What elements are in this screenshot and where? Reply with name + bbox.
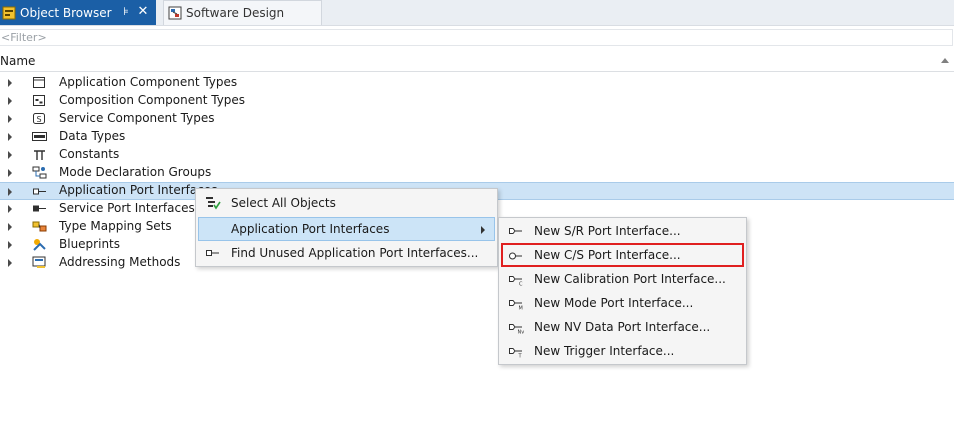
tree-item-label: Data Types <box>59 129 126 143</box>
data-types-icon <box>32 132 47 141</box>
tree-item-label: Application Port Interfaces <box>59 183 218 197</box>
submenu-arrow-icon <box>481 226 485 234</box>
filter-input[interactable]: <Filter> <box>0 29 953 46</box>
menu-item-select-all[interactable]: Select All Objects <box>198 191 495 215</box>
expand-arrow-icon[interactable] <box>8 79 12 87</box>
mode-port-icon: M <box>509 300 523 311</box>
svg-text:Nv: Nv <box>518 330 525 335</box>
expand-arrow-icon[interactable] <box>8 241 12 249</box>
menu-item-label: New Calibration Port Interface... <box>534 272 726 286</box>
expand-arrow-icon[interactable] <box>8 259 12 267</box>
tree-item-label: Mode Declaration Groups <box>59 165 212 179</box>
menu-item-label: New Trigger Interface... <box>534 344 675 358</box>
object-browser-icon <box>2 6 16 19</box>
tree-item-label: Blueprints <box>59 237 121 251</box>
tab-object-browser[interactable]: Object Browser ⊧ ✕ <box>0 0 156 25</box>
menu-item-application-port-interfaces[interactable]: Application Port Interfaces <box>198 217 495 241</box>
type-mapping-icon <box>32 221 47 232</box>
composition-component-icon <box>33 95 45 106</box>
tree-item-label: Type Mapping Sets <box>59 219 172 233</box>
tab-strip: Object Browser ⊧ ✕ Software Design <box>0 0 954 26</box>
cs-port-icon <box>509 252 522 260</box>
select-all-icon <box>206 197 221 210</box>
expand-arrow-icon[interactable] <box>8 97 12 105</box>
menu-item-new-mode-port[interactable]: M New Mode Port Interface... <box>501 291 744 315</box>
tree-item[interactable]: Application Component Types <box>0 74 954 92</box>
menu-item-label: Find Unused Application Port Interfaces.… <box>231 246 479 260</box>
expand-arrow-icon[interactable] <box>8 115 12 123</box>
tree-item-label: Addressing Methods <box>59 255 181 269</box>
menu-item-new-sr-port[interactable]: New S/R Port Interface... <box>501 219 744 243</box>
blueprint-icon <box>33 239 46 251</box>
trigger-port-icon: T <box>509 348 523 359</box>
tab-label: Software Design <box>186 6 285 20</box>
menu-item-label: Select All Objects <box>231 196 336 210</box>
menu-item-new-calibration-port[interactable]: C New Calibration Port Interface... <box>501 267 744 291</box>
close-icon[interactable]: ✕ <box>136 5 150 19</box>
calibration-port-icon: C <box>509 276 523 287</box>
tree-item[interactable]: Data Types <box>0 128 954 146</box>
menu-item-label: Application Port Interfaces <box>231 222 390 236</box>
column-header-label: Name <box>0 54 36 68</box>
port-interface-icon <box>206 250 219 256</box>
sr-port-icon <box>509 228 522 234</box>
expand-arrow-icon[interactable] <box>8 205 12 213</box>
application-component-icon <box>33 77 45 88</box>
port-interface-icon <box>33 188 46 195</box>
service-component-icon: S <box>33 113 45 124</box>
pin-icon[interactable]: ⊧ <box>120 5 132 19</box>
tree-item-label: Service Port Interfaces <box>59 201 195 215</box>
menu-item-new-trigger[interactable]: T New Trigger Interface... <box>501 339 744 363</box>
svg-text:C: C <box>519 282 523 287</box>
service-port-icon <box>33 205 46 212</box>
tree-item[interactable]: Mode Declaration Groups <box>0 164 954 182</box>
column-header-name[interactable]: Name <box>0 52 954 72</box>
pi-icon <box>34 150 45 160</box>
tree-item-label: Service Component Types <box>59 111 215 125</box>
tab-label: Object Browser <box>20 5 112 20</box>
context-menu: Select All Objects Application Port Inte… <box>195 188 498 267</box>
expand-arrow-icon[interactable] <box>8 133 12 141</box>
menu-item-label: New C/S Port Interface... <box>534 248 681 262</box>
expand-arrow-icon[interactable] <box>8 223 12 231</box>
tree-item-label: Application Component Types <box>59 75 238 89</box>
menu-item-new-nv-data-port[interactable]: Nv New NV Data Port Interface... <box>501 315 744 339</box>
tree-item-label: Constants <box>59 147 120 161</box>
software-design-icon <box>168 6 182 20</box>
mode-declaration-icon <box>32 166 47 179</box>
tree-item[interactable]: Constants <box>0 146 954 164</box>
menu-item-new-cs-port[interactable]: New C/S Port Interface... <box>501 243 744 267</box>
tab-software-design[interactable]: Software Design <box>163 0 322 25</box>
expand-arrow-icon[interactable] <box>8 188 12 196</box>
menu-item-label: New S/R Port Interface... <box>534 224 681 238</box>
menu-item-label: New Mode Port Interface... <box>534 296 694 310</box>
svg-text:T: T <box>518 354 523 359</box>
expand-arrow-icon[interactable] <box>8 151 12 159</box>
nv-port-icon: Nv <box>509 324 525 335</box>
tree-item[interactable]: S Service Component Types <box>0 110 954 128</box>
addressing-icon <box>32 256 46 268</box>
svg-text:M: M <box>519 306 523 311</box>
tree-item-label: Composition Component Types <box>59 93 246 107</box>
svg-text:S: S <box>36 115 41 124</box>
submenu: New S/R Port Interface... New C/S Port I… <box>498 217 747 365</box>
menu-item-find-unused[interactable]: Find Unused Application Port Interfaces.… <box>198 241 495 265</box>
menu-item-label: New NV Data Port Interface... <box>534 320 711 334</box>
expand-arrow-icon[interactable] <box>8 169 12 177</box>
tree-item[interactable]: Composition Component Types <box>0 92 954 110</box>
sort-ascending-icon[interactable] <box>941 58 949 63</box>
